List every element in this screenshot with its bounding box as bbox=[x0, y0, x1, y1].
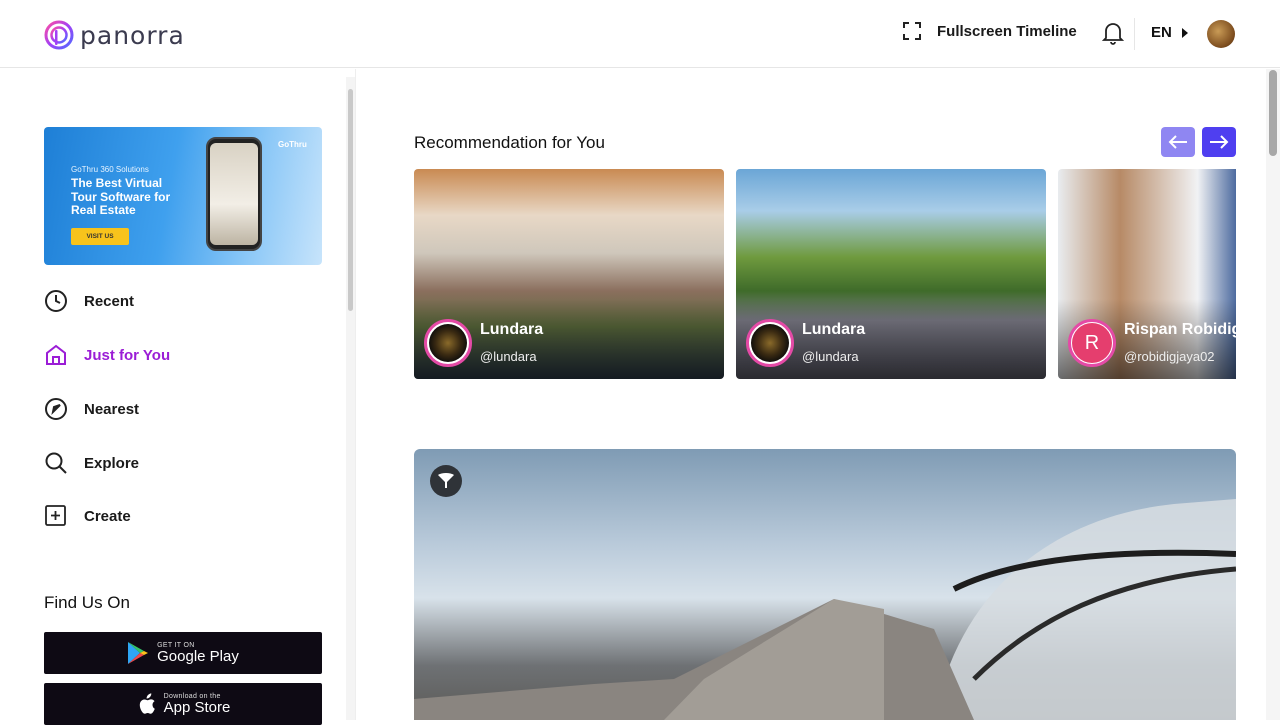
top-header: panorra Fullscreen Timeline EN bbox=[0, 0, 1280, 68]
card-user-handle: @lundara bbox=[480, 349, 537, 364]
card-user-name[interactable]: Lundara bbox=[480, 321, 543, 339]
recommendation-card[interactable]: Lundara @lundara bbox=[736, 169, 1046, 379]
google-play-name: Google Play bbox=[157, 647, 239, 665]
arrow-left-icon bbox=[1168, 135, 1187, 149]
sidebar-item-recent[interactable]: Recent bbox=[44, 289, 134, 313]
clock-icon bbox=[45, 290, 67, 312]
panorama-view-icon bbox=[438, 473, 454, 488]
user-avatar[interactable] bbox=[1207, 20, 1235, 48]
fullscreen-icon bbox=[903, 22, 921, 40]
fullscreen-timeline-label: Fullscreen Timeline bbox=[937, 22, 1077, 40]
sidebar-item-label: Nearest bbox=[84, 400, 140, 418]
ad-visit-us-button[interactable]: VISIT US bbox=[71, 228, 129, 245]
card-user-handle: @robidigjaya02 bbox=[1124, 349, 1215, 364]
language-selector[interactable]: EN bbox=[1151, 24, 1188, 41]
language-label: EN bbox=[1151, 24, 1172, 41]
app-store-button[interactable]: Download on the App Store bbox=[44, 683, 322, 725]
avatar-image bbox=[429, 324, 467, 362]
carousel-next-button[interactable] bbox=[1202, 127, 1236, 157]
fullscreen-timeline-button[interactable]: Fullscreen Timeline bbox=[903, 22, 1077, 40]
home-icon bbox=[46, 344, 66, 365]
sidebar-item-just-for-you[interactable]: Just for You bbox=[44, 343, 170, 367]
sidebar-scrollbar-thumb[interactable] bbox=[348, 89, 353, 311]
navigation-arrow-icon bbox=[45, 398, 67, 420]
sidebar-item-create[interactable]: Create bbox=[44, 504, 131, 528]
recommendation-card[interactable]: Lundara @lundara bbox=[414, 169, 724, 379]
search-icon bbox=[45, 452, 67, 474]
sidebar-item-label: Create bbox=[84, 507, 131, 525]
panorra-logo-icon bbox=[44, 20, 74, 50]
ad-phone-screen bbox=[210, 143, 258, 245]
card-user-handle: @lundara bbox=[802, 349, 859, 364]
ad-headline: The Best Virtual Tour Software for Real … bbox=[71, 176, 171, 217]
panorra-logo[interactable]: panorra bbox=[44, 20, 185, 50]
recommendation-card[interactable]: R Rispan Robidig @robidigjaya02 bbox=[1058, 169, 1236, 379]
gothru-ad-banner[interactable]: GoThru 360 Solutions The Best Virtual To… bbox=[44, 127, 322, 265]
recommendation-carousel: Lundara @lundara Lundara @lundara R Risp… bbox=[414, 169, 1236, 379]
card-user-name[interactable]: Lundara bbox=[802, 321, 865, 339]
card-user-avatar[interactable]: R bbox=[1068, 319, 1116, 367]
carousel-prev-button[interactable] bbox=[1161, 127, 1195, 157]
card-user-avatar[interactable] bbox=[424, 319, 472, 367]
google-play-button[interactable]: GET IT ON Google Play bbox=[44, 632, 322, 674]
find-us-title: Find Us On bbox=[44, 593, 130, 612]
main-scrollbar-thumb[interactable] bbox=[1269, 70, 1277, 156]
panorama-viewer[interactable] bbox=[414, 449, 1236, 720]
pano-structure-image bbox=[414, 499, 1236, 720]
ad-brand: GoThru bbox=[278, 140, 307, 149]
card-user-avatar[interactable] bbox=[746, 319, 794, 367]
sidebar-item-explore[interactable]: Explore bbox=[44, 451, 139, 475]
header-divider bbox=[1134, 18, 1135, 50]
sidebar-item-label: Just for You bbox=[84, 346, 171, 364]
sidebar-item-label: Recent bbox=[84, 292, 135, 310]
recommendation-title: Recommendation for You bbox=[414, 133, 605, 152]
sidebar-item-nearest[interactable]: Nearest bbox=[44, 397, 139, 421]
apple-icon bbox=[139, 693, 155, 714]
sidebar: GoThru 360 Solutions The Best Virtual To… bbox=[0, 69, 356, 725]
google-play-icon bbox=[128, 642, 149, 664]
notification-bell-icon[interactable] bbox=[1102, 21, 1124, 45]
avatar-image bbox=[751, 324, 789, 362]
logo-text: panorra bbox=[80, 20, 185, 50]
app-store-name: App Store bbox=[163, 698, 231, 716]
arrow-right-icon bbox=[1210, 135, 1229, 149]
sidebar-item-label: Explore bbox=[84, 454, 140, 472]
plus-square-icon bbox=[45, 505, 66, 526]
pano-360-badge[interactable] bbox=[430, 465, 462, 497]
ad-subtitle: GoThru 360 Solutions bbox=[71, 165, 149, 174]
main-scrollbar-track[interactable] bbox=[1266, 69, 1280, 720]
caret-right-icon bbox=[1181, 27, 1188, 38]
card-user-name[interactable]: Rispan Robidig bbox=[1124, 321, 1236, 339]
avatar-letter: R bbox=[1072, 323, 1112, 363]
